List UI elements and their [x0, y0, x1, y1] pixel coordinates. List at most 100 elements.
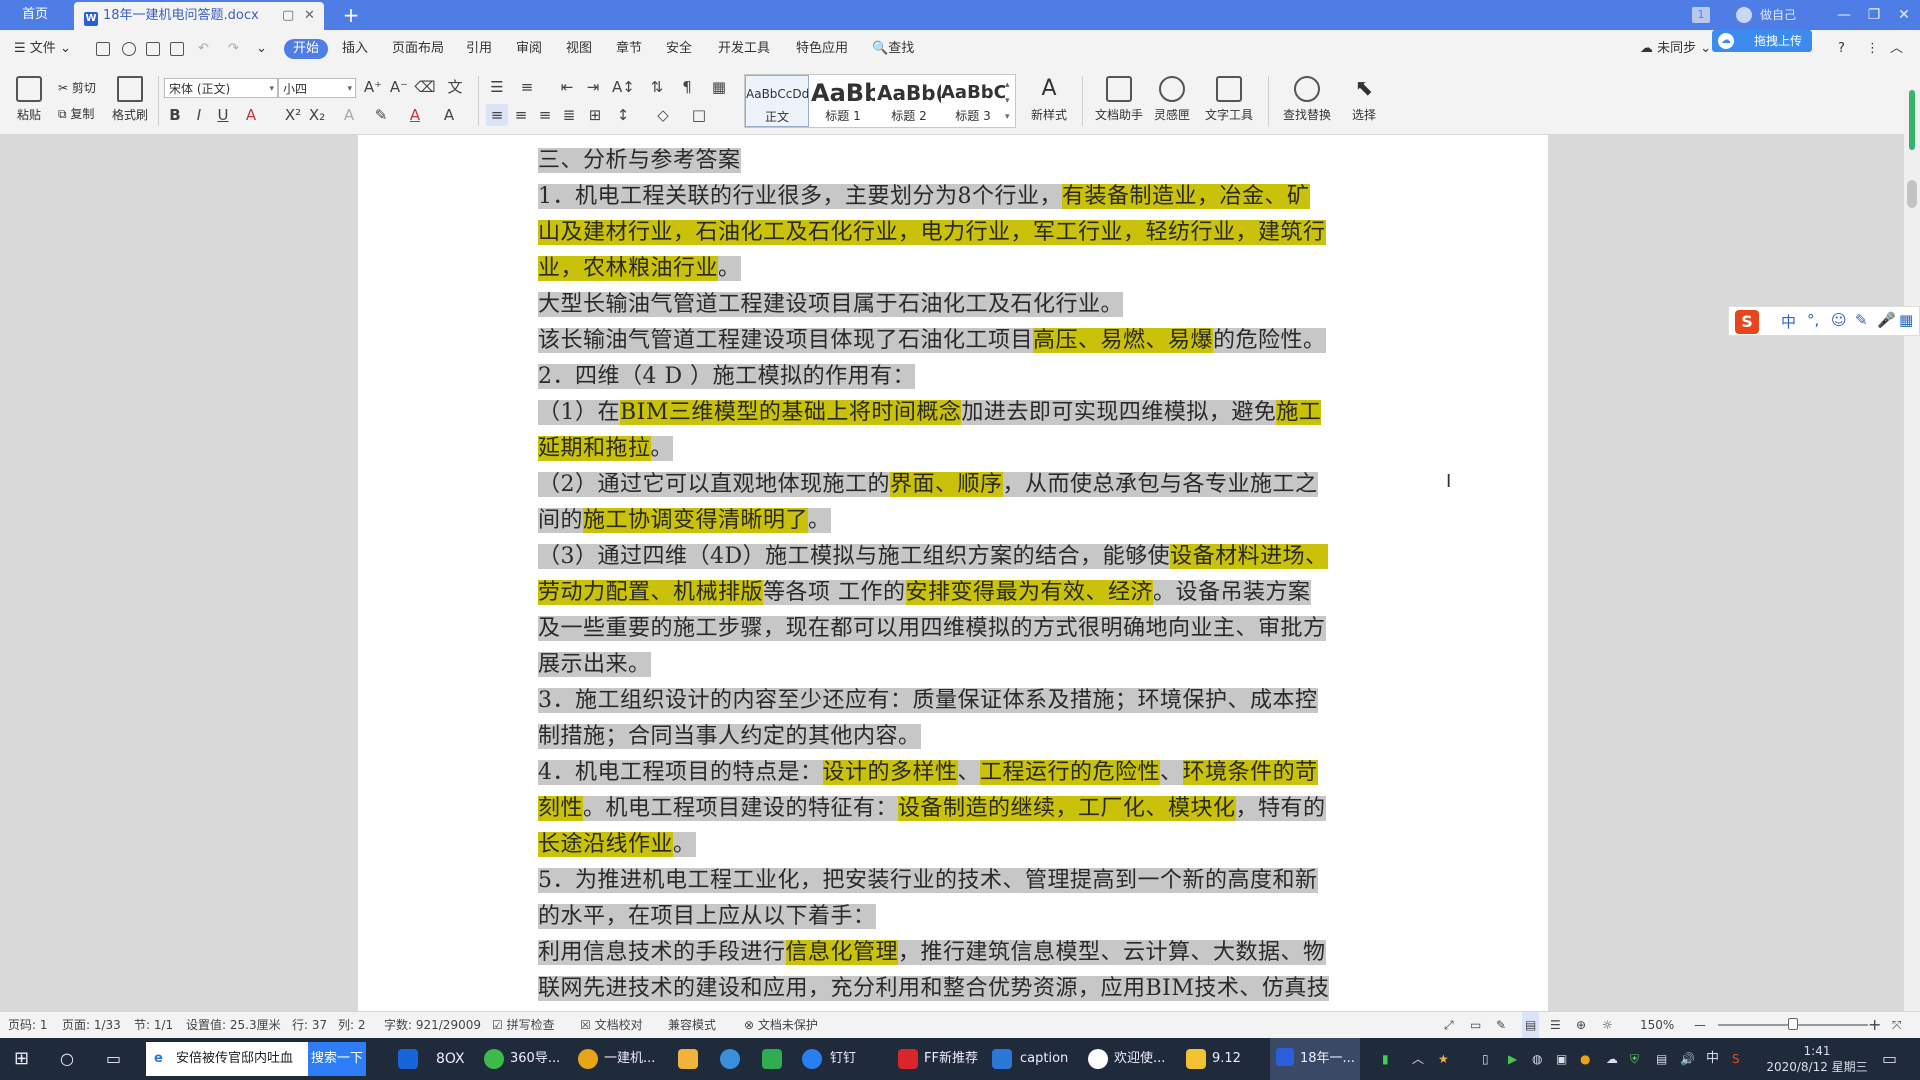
quick-access-dropdown-icon[interactable]: ⌄	[256, 30, 267, 68]
show-marks-icon[interactable]: ¶	[676, 76, 698, 98]
format-painter-button[interactable]: 格式刷	[110, 76, 150, 123]
document-line[interactable]: 展示出来。	[538, 647, 651, 683]
doc-assistant-button[interactable]: 文档助手	[1090, 76, 1148, 123]
eye-protect-icon[interactable]: ☼	[1602, 1012, 1613, 1038]
home-tab[interactable]: 首页	[0, 0, 70, 30]
print-preview-icon[interactable]	[170, 42, 184, 56]
zoom-level[interactable]: 150%	[1640, 1012, 1674, 1038]
ime-toolbox-icon[interactable]: ▦	[1899, 311, 1913, 329]
bullet-list-icon[interactable]: ☰	[486, 76, 508, 98]
increase-indent-icon[interactable]: ⇥	[582, 76, 604, 98]
text-effect-icon[interactable]: A	[338, 104, 360, 126]
document-line[interactable]: 山及建材行业，石油化工及石化行业，电力行业，军工行业，轻纺行业，建筑行	[538, 215, 1326, 251]
clock[interactable]: 1:41 2020/8/12 星期三	[1762, 1038, 1872, 1080]
status-row[interactable]: 行: 37	[292, 1012, 327, 1038]
app-icon-blue[interactable]	[720, 1049, 740, 1069]
taskbar-app-caption[interactable]: caption	[1020, 1038, 1068, 1080]
align-right-icon[interactable]: ≡	[534, 104, 556, 126]
menu-tab-page-layout[interactable]: 页面布局	[392, 30, 444, 68]
ff-icon[interactable]	[898, 1049, 918, 1069]
font-size-select[interactable]: 小四 ▾	[278, 78, 356, 98]
tray-ime-indicator[interactable]: 中	[1706, 1038, 1719, 1080]
tab-pin-icon[interactable]: ▢	[282, 2, 294, 30]
tray-media-icon[interactable]: ▶	[1508, 1038, 1517, 1080]
battery-icon[interactable]: ▮	[1382, 1038, 1389, 1080]
document-line[interactable]: 2．四维（4 D ）施工模拟的作用有：	[538, 359, 916, 395]
document-page[interactable]: 三、分析与参考答案 1．机电工程关联的行业很多，主要划分为8个行业，有装备制造业，…	[358, 135, 1548, 1011]
file-menu[interactable]: ☰ 文件 ⌄	[14, 30, 71, 68]
vertical-scrollbar[interactable]	[1904, 90, 1920, 1011]
document-line[interactable]: 大型长输油气管道工程建设项目属于石油化工及石化行业。	[538, 287, 1124, 323]
collapse-ribbon-icon[interactable]: ︿	[1890, 30, 1903, 68]
strikethrough-icon[interactable]: A	[240, 104, 262, 126]
style-heading-3[interactable]: AaBbC 标题 3	[941, 75, 1005, 127]
style-normal[interactable]: AaBbCcDd 正文	[745, 75, 809, 127]
inspiration-button[interactable]: 灵感匣	[1152, 76, 1192, 123]
border-icon[interactable]: □	[688, 104, 710, 126]
highlight-icon[interactable]: ✎	[370, 104, 392, 126]
taskbar-app-ff[interactable]: FF新推荐	[924, 1038, 978, 1080]
document-line[interactable]: 该长输油气管道工程建设项目体现了石油化工项目高压、易燃、易爆的危险性。	[538, 323, 1326, 359]
menu-tab-special[interactable]: 特色应用	[796, 30, 848, 68]
text-direction-icon[interactable]: A↕	[612, 76, 635, 98]
menu-tab-view[interactable]: 视图	[566, 30, 592, 68]
reading-view-icon[interactable]: ▭	[1470, 1012, 1481, 1038]
style-heading-1[interactable]: AaBb 标题 1	[811, 75, 875, 127]
user-name[interactable]: 做自己	[1760, 0, 1796, 30]
document-line[interactable]: 长途沿线作业。	[538, 827, 696, 863]
document-line[interactable]: 三、分析与参考答案	[538, 143, 741, 179]
zoom-in-button[interactable]: +	[1868, 1012, 1881, 1038]
taskbar-app-360[interactable]: 360导...	[510, 1038, 560, 1080]
compat-mode[interactable]: 兼容模式	[668, 1012, 716, 1038]
document-line[interactable]: 刻性。机电工程项目建设的特征有：设备制造的继续，工厂化、模块化，特有的	[538, 791, 1326, 827]
taskbar-app-wps-active[interactable]: 18年一...	[1270, 1038, 1360, 1080]
document-line[interactable]: 延期和拖拉。	[538, 431, 674, 467]
document-tab[interactable]: W 18年一建机电问答题.docx ▢ ✕	[74, 2, 324, 30]
align-center-icon[interactable]: ≡	[510, 104, 532, 126]
decrease-font-icon[interactable]: A⁻	[388, 76, 410, 98]
document-line[interactable]: 联网先进技术的建设和应用，充分利用和整合优势资源，应用BIM技术、仿真技	[538, 971, 1330, 1007]
menu-tab-security[interactable]: 安全	[666, 30, 692, 68]
cut-button[interactable]: ✂ 剪切	[58, 78, 96, 98]
document-line[interactable]: 5．为推进机电工程工业化，把安装行业的技术、管理提高到一个新的高度和新	[538, 863, 1318, 899]
status-page-number[interactable]: 页码: 1	[8, 1012, 48, 1038]
app-icon-1[interactable]	[398, 1049, 418, 1069]
document-line[interactable]: 的水平，在项目上应从以下着手：	[538, 899, 876, 935]
fullscreen-icon[interactable]: ⤢	[1444, 1012, 1454, 1038]
app-icon-orange[interactable]	[678, 1049, 698, 1069]
decrease-indent-icon[interactable]: ⇤	[556, 76, 578, 98]
tray-app-icon[interactable]: ★	[1438, 1038, 1449, 1080]
document-line[interactable]: 4．机电工程项目的特点是：设计的多样性、工程运行的危险性、环境条件的苛	[538, 755, 1318, 791]
select-button[interactable]: ⬉ 选择	[1344, 76, 1384, 123]
menu-tab-references[interactable]: 引用	[466, 30, 492, 68]
caption-app-icon[interactable]	[992, 1049, 1012, 1069]
menu-tab-home[interactable]: 开始	[284, 39, 329, 59]
ime-handwrite-icon[interactable]: ✎	[1855, 311, 1868, 329]
shading-icon[interactable]: ◇	[652, 104, 674, 126]
zoom-out-button[interactable]: —	[1694, 1012, 1706, 1038]
paste-button[interactable]: 粘贴	[12, 76, 46, 123]
redo-icon[interactable]: ↷	[228, 30, 239, 68]
app-icon-green[interactable]	[762, 1049, 782, 1069]
document-line[interactable]: 利用信息技术的手段进行信息化管理，推行建筑信息模型、云计算、大数据、物	[538, 935, 1326, 971]
network-icon[interactable]: ▤	[1656, 1038, 1667, 1080]
tray-security-icon[interactable]: ⛨	[1630, 1038, 1639, 1080]
italic-icon[interactable]: I	[188, 104, 210, 126]
help-button[interactable]: ?	[1838, 30, 1845, 68]
document-line[interactable]: （1）在BIM三维模型的基础上将时间概念加进去即可实现四维模拟，避免施工	[538, 395, 1322, 431]
status-setting[interactable]: 设置值: 25.3厘米	[186, 1012, 281, 1038]
export-icon[interactable]	[122, 42, 136, 56]
copy-button[interactable]: ⧉ 复制	[58, 104, 94, 124]
taskbar-app-dingtalk[interactable]: 钉钉	[830, 1038, 856, 1080]
document-line[interactable]: 业，农林粮油行业。	[538, 251, 741, 287]
table-icon[interactable]: ▦	[708, 76, 730, 98]
justify-icon[interactable]: ≣	[558, 104, 580, 126]
new-style-button[interactable]: A 新样式	[1024, 76, 1074, 123]
welcome-app-icon[interactable]	[1088, 1049, 1108, 1069]
tray-usb-icon[interactable]: ▯	[1482, 1038, 1489, 1080]
status-word-count[interactable]: 字数: 921/29009	[384, 1012, 481, 1038]
document-line[interactable]: （3）通过四维（4D）施工模拟与施工组织方案的结合，能够使设备材料进场、	[538, 539, 1328, 575]
drag-upload-button[interactable]: ☁ 拖拽上传	[1712, 30, 1812, 52]
font-name-select[interactable]: 宋体 (正文) ▾	[164, 78, 278, 98]
more-options-icon[interactable]: ⋮	[1866, 30, 1879, 68]
